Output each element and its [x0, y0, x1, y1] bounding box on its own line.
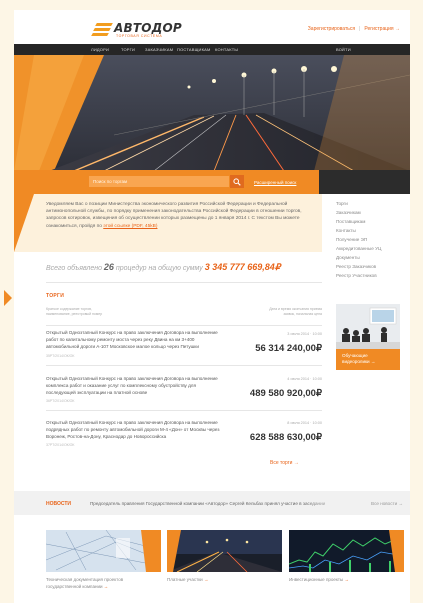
sidebar-item-contacts[interactable]: Контакты	[336, 228, 356, 233]
logo[interactable]: АВТОДОР ТОРГОВАЯ СИСТЕМА	[90, 18, 182, 42]
search-icon	[233, 177, 241, 186]
tender-date: 3 июля 2014 · 10:00	[287, 332, 322, 336]
news-title[interactable]: НОВОСТИ	[46, 501, 71, 507]
tenders-divider	[46, 325, 322, 326]
tender-price: 489 580 920,00₽	[249, 388, 322, 399]
notice-pdf-link[interactable]: этой ссылке (PDF, 45kB)	[103, 224, 157, 229]
tender-price: 628 588 630,00₽	[249, 432, 322, 443]
tender-date: 8 июля 2014 · 10:00	[287, 421, 322, 425]
logo-name: АВТОДОР	[114, 20, 182, 35]
nav-item-suppliers[interactable]: ПОСТАВЩИКАМ	[177, 47, 211, 52]
tender-id: 35РТ/2014/ОК/ОК	[46, 354, 75, 358]
thumb-caption-text: Инвестиционные проекты	[289, 577, 344, 582]
tenders-col-left-header: Краткое содержание торгов, наименование,…	[46, 307, 103, 316]
summary-divider	[46, 282, 322, 283]
summary-prefix: Всего объявлено	[46, 265, 102, 272]
nav-item-login[interactable]: ВОЙТИ	[336, 47, 351, 52]
procedures-summary: Всего объявлено 26 процедур на общую сум…	[46, 262, 281, 273]
training-videos-button[interactable]: Обучающие видеоролики →	[336, 349, 400, 370]
arrow-right-icon: →	[203, 577, 209, 582]
thumb-documentation[interactable]	[46, 530, 161, 572]
tender-id: 37РТ/2014/ОК/ОК	[46, 443, 75, 447]
tender-date: 4 июля 2014 · 10:00	[287, 377, 322, 381]
news-fade	[304, 494, 349, 512]
search-input[interactable]	[89, 176, 229, 187]
thumb-caption[interactable]: Техническая документация проектов госуда…	[46, 577, 156, 590]
search-button[interactable]	[230, 175, 244, 188]
thumb-caption[interactable]: Платные участки →	[167, 577, 277, 584]
login-link[interactable]: Зарегистрироваться	[308, 26, 355, 32]
tender-price: 56 314 240,00₽	[255, 343, 322, 354]
hero-banner	[14, 55, 410, 171]
sidebar-item-suppliers[interactable]: Поставщикам	[336, 219, 365, 224]
stock-chart-image	[289, 530, 404, 572]
page: АВТОДОР ТОРГОВАЯ СИСТЕМА Зарегистрироват…	[14, 10, 410, 603]
summary-amount: 3 345 777 669,84₽	[204, 262, 281, 272]
nav-item-home[interactable]: ЛИДОРИ	[91, 47, 109, 52]
summary-middle: процедур на общую сумму	[115, 265, 203, 272]
sidebar-item-participant-registry[interactable]: Реестр Участников	[336, 273, 377, 278]
hero-highway-image	[14, 55, 410, 171]
notice-accent	[14, 194, 34, 252]
sidebar-item-get-ep[interactable]: Получение ЭП	[336, 237, 367, 242]
sidebar-item-tenders[interactable]: Торги	[336, 201, 348, 206]
tender-title[interactable]: Открытый Одноэтапный Конкурс на право за…	[46, 330, 226, 350]
arrow-right-icon: →	[344, 577, 349, 582]
nav-item-customers[interactable]: ЗАКАЗЧИКАМ	[145, 47, 173, 52]
thumb-caption-text: Платные участки	[167, 577, 203, 582]
main-nav: ЛИДОРИ ТОРГИ ЗАКАЗЧИКАМ ПОСТАВЩИКАМ КОНТ…	[14, 44, 410, 55]
sidebar-item-documents[interactable]: Документы	[336, 255, 360, 260]
tender-title[interactable]: Открытый Одноэтапный Конкурс на право за…	[46, 420, 226, 440]
register-link[interactable]: Регистрация →	[364, 26, 400, 32]
all-tenders-link[interactable]: Все торги →	[270, 460, 299, 466]
thumb-caption[interactable]: Инвестиционные проекты →	[289, 577, 399, 584]
tender-divider	[46, 410, 322, 411]
sidebar-item-customers[interactable]: Заказчикам	[336, 210, 361, 215]
logo-mark-icon	[90, 22, 113, 38]
nav-item-tenders[interactable]: ТОРГИ	[121, 47, 135, 52]
logo-subtitle: ТОРГОВАЯ СИСТЕМА	[116, 33, 163, 38]
notice-body: Уведомляем Вас о позиции Министерства эк…	[46, 202, 302, 229]
sidebar-item-customer-registry[interactable]: Реестр Заказчиков	[336, 264, 376, 269]
notice-text: Уведомляем Вас о позиции Министерства эк…	[46, 201, 306, 230]
thumb-caption-text: Техническая документация проектов госуда…	[46, 577, 124, 589]
tender-id: 36РТ/2014/ОК/ОК	[46, 399, 75, 403]
nav-item-contacts[interactable]: КОНТАКТЫ	[215, 47, 238, 52]
top-links-separator: |	[359, 26, 361, 32]
tender-title[interactable]: Открытый Одноэтапный Конкурс на право за…	[46, 376, 226, 396]
tenders-title: ТОРГИ	[46, 293, 65, 299]
top-links: Зарегистрироваться | Регистрация →	[308, 26, 400, 32]
thumb-toll-roads[interactable]	[167, 530, 282, 572]
night-road-image	[167, 530, 282, 572]
sidebar-item-accredited-uc[interactable]: Аккредитованные УЦ	[336, 246, 381, 251]
all-news-link[interactable]: Все новости →	[371, 501, 403, 506]
tender-divider	[46, 365, 322, 366]
thumb-investment[interactable]	[289, 530, 404, 572]
advanced-search-link[interactable]: Расширенный поиск	[254, 180, 296, 185]
blueprint-image	[46, 530, 161, 572]
arrow-right-icon: →	[103, 583, 109, 589]
tenders-col-right-header: Дата и время окончания приема заявок, на…	[269, 307, 322, 316]
summary-count: 26	[103, 262, 114, 272]
chevron-right-icon[interactable]	[4, 290, 12, 306]
